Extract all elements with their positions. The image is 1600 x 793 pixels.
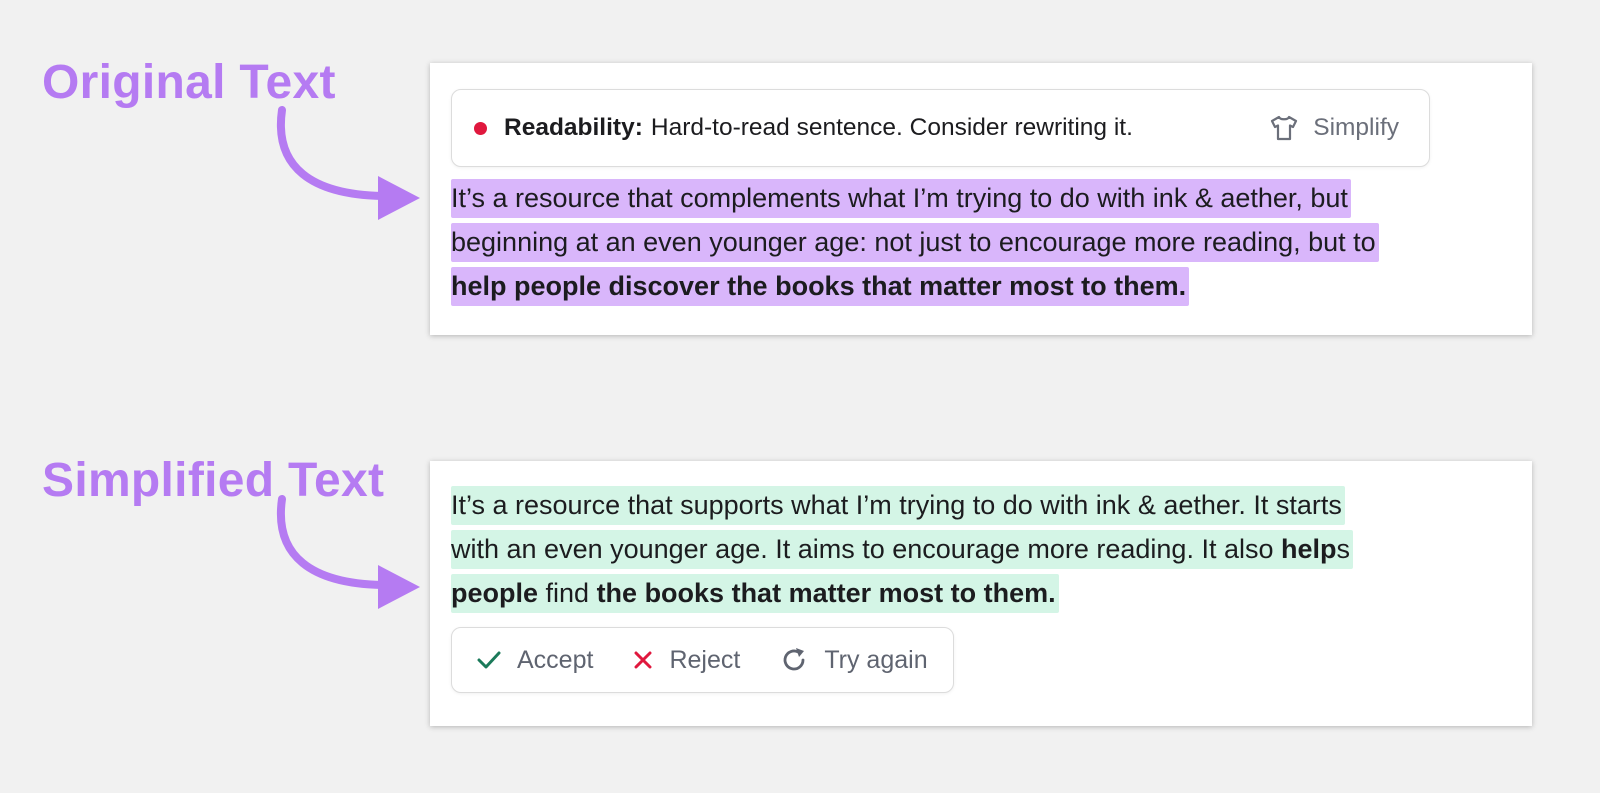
original-line-3: help people discover the books that matt… xyxy=(451,267,1190,306)
suggestion-action-bar: Accept Reject Try again xyxy=(451,627,954,693)
check-icon xyxy=(477,651,501,669)
original-line-1: It’s a resource that complements what I’… xyxy=(451,179,1351,218)
try-again-label: Try again xyxy=(824,645,928,674)
original-text-label: Original Text xyxy=(42,56,336,109)
simplified-line-3: people find the books that matter most t… xyxy=(451,574,1059,613)
simplify-button[interactable]: Simplify xyxy=(1269,90,1399,166)
simplified-bold-people: people xyxy=(451,578,539,608)
simplified-line-2: with an even younger age. It aims to enc… xyxy=(451,530,1354,569)
simplified-line-2-text: with an even younger age. It aims to enc… xyxy=(451,534,1281,564)
simplified-bold-help: help xyxy=(1281,534,1337,564)
tshirt-icon xyxy=(1271,115,1298,141)
x-icon xyxy=(634,651,652,669)
reject-button[interactable]: Reject xyxy=(633,646,740,675)
reject-label: Reject xyxy=(669,645,741,674)
simplified-text-card: It’s a resource that supports what I’m t… xyxy=(430,461,1532,726)
accept-button[interactable]: Accept xyxy=(477,646,593,675)
try-again-button[interactable]: Try again xyxy=(780,645,928,675)
red-dot-icon xyxy=(474,121,487,135)
simplified-bold-ending: the books that matter most to them. xyxy=(596,578,1056,608)
original-paragraph: It’s a resource that complements what I’… xyxy=(451,176,1511,308)
simplify-label: Simplify xyxy=(1313,114,1399,141)
accept-label: Accept xyxy=(517,645,594,674)
simplified-line-1: It’s a resource that supports what I’m t… xyxy=(451,486,1345,525)
readability-message: Hard-to-read sentence. Consider rewritin… xyxy=(650,114,1133,141)
curved-arrow-icon xyxy=(276,495,420,609)
original-text-card: Readability: Hard-to-read sentence. Cons… xyxy=(430,63,1532,335)
readability-suggestion: Readability: Hard-to-read sentence. Cons… xyxy=(451,89,1430,167)
simplified-line-3-find: find xyxy=(538,578,597,608)
original-line-2: beginning at an even younger age: not ju… xyxy=(451,223,1379,262)
curved-arrow-icon xyxy=(276,106,420,220)
simplified-line-2-suffix: s xyxy=(1336,534,1351,564)
refresh-icon xyxy=(783,648,805,671)
simplified-paragraph: It’s a resource that supports what I’m t… xyxy=(451,483,1511,615)
readability-title: Readability: xyxy=(504,114,643,141)
